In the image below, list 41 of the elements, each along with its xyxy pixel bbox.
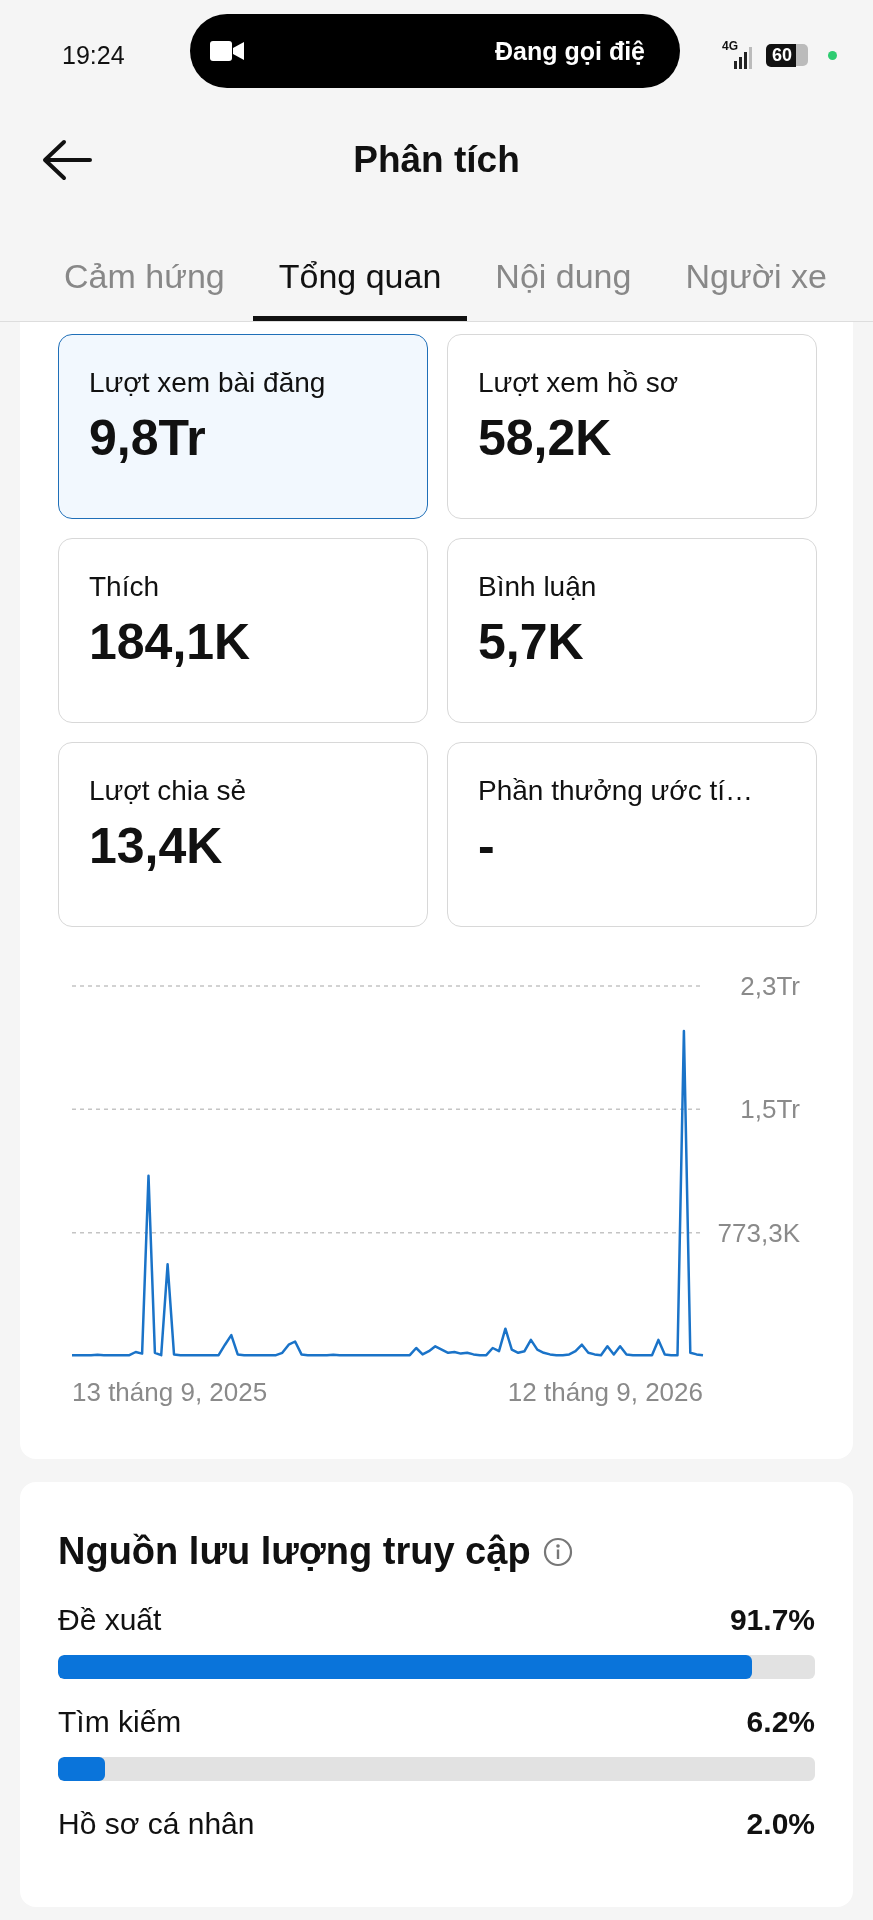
battery-tip-icon — [796, 44, 809, 66]
metric-label: Lượt chia sẻ — [89, 775, 247, 807]
source-label: Hồ sơ cá nhân — [58, 1807, 255, 1841]
privacy-dot-icon — [828, 50, 838, 60]
call-status-text: Đang gọi điệ — [495, 36, 645, 66]
battery-indicator: 60 — [766, 43, 797, 67]
status-time: 19:24 — [62, 40, 126, 70]
network-type: 4G — [722, 39, 738, 53]
metric-label: Lượt xem bài đăng — [89, 367, 327, 399]
metric-value: 13,4K — [89, 817, 224, 875]
metric-label: Lượt xem hồ sơ — [478, 367, 680, 399]
metric-card[interactable]: Phần thưởng ước tí… - — [447, 742, 817, 927]
metric-label: Thích — [89, 571, 161, 603]
metric-label: Bình luận — [478, 571, 598, 603]
metric-value: 58,2K — [478, 409, 613, 467]
metric-label: Phần thưởng ước tí… — [478, 775, 754, 807]
metric-card[interactable]: Lượt xem bài đăng 9,8Tr — [58, 334, 428, 519]
metric-value: 184,1K — [89, 613, 252, 671]
metric-card[interactable]: Bình luận 5,7K — [447, 538, 817, 723]
video-camera-icon — [210, 40, 244, 62]
metric-card[interactable]: Lượt xem hồ sơ 58,2K — [447, 334, 817, 519]
source-percentage: 6.2% — [746, 1705, 815, 1739]
y-axis-label: 2,3Tr — [740, 971, 800, 1001]
call-pill[interactable]: Đang gọi điệ — [190, 14, 680, 88]
info-icon[interactable] — [542, 1536, 573, 1567]
metric-value: 9,8Tr — [89, 409, 207, 467]
page-title: Phân tích — [353, 139, 520, 181]
x-axis-label: 12 tháng 9, 2026 — [507, 1377, 703, 1407]
metric-card[interactable]: Lượt chia sẻ 13,4K — [58, 742, 428, 927]
source-percentage: 2.0% — [746, 1807, 815, 1841]
source-percentage: 91.7% — [729, 1603, 815, 1637]
y-axis-label: 773,3K — [717, 1217, 800, 1248]
y-axis-label: 1,5Tr — [740, 1094, 800, 1125]
metric-card[interactable]: Thích 184,1K — [58, 538, 428, 723]
section-title: Nguồn lưu lượng truy cập — [58, 1530, 531, 1573]
x-axis-label: 13 tháng 9, 2025 — [72, 1377, 268, 1407]
source-label: Tìm kiếm — [58, 1705, 182, 1739]
metric-value: 5,7K — [478, 613, 585, 671]
back-arrow-icon[interactable] — [42, 139, 92, 181]
source-label: Đề xuất — [58, 1603, 162, 1637]
metric-value: - — [478, 817, 496, 875]
